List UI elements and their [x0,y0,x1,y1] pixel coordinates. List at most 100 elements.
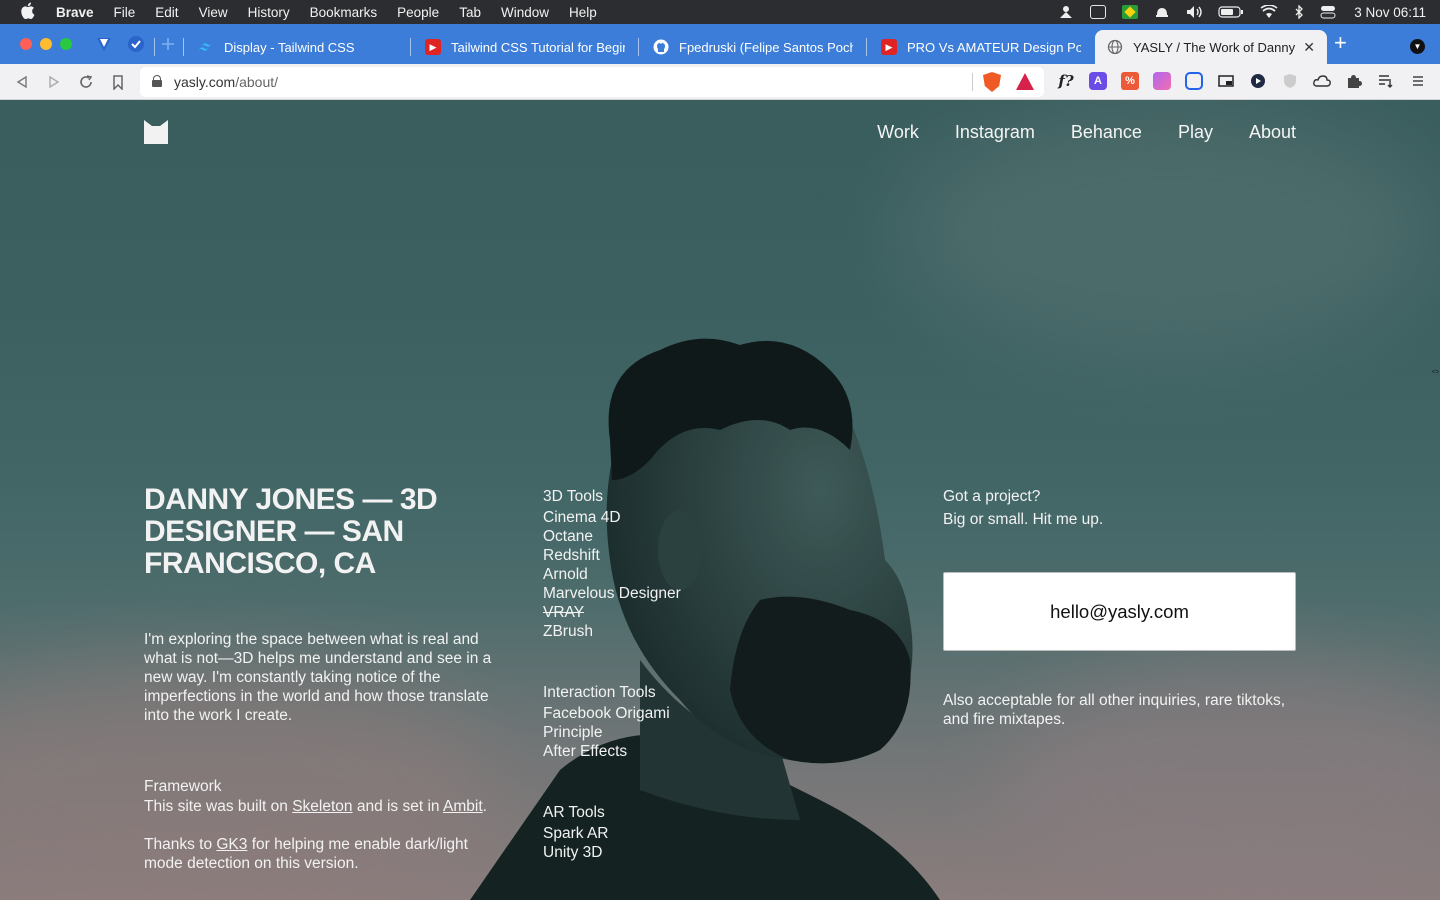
yasly-logo-icon[interactable] [144,120,168,144]
url-text[interactable]: yasly.com/about/ [174,74,278,90]
tab-tailwind-tutorial[interactable]: ▶ Tailwind CSS Tutorial for Beginner [413,30,637,64]
window-close-button[interactable] [20,38,32,50]
battery-icon[interactable] [1218,5,1244,19]
percent-extension-icon[interactable]: % [1121,72,1139,90]
brave-shields-icon[interactable] [983,72,1001,92]
a-extension-icon[interactable]: A [1089,72,1107,90]
menu-history[interactable]: History [248,5,290,20]
menu-file[interactable]: File [114,5,136,20]
tool-item: Principle [543,724,603,741]
cta-question: Got a project? [943,488,1041,505]
tool-group-ar: AR Tools Spark AR Unity 3D [543,803,803,862]
bio-paragraph: I'm exploring the space between what is … [144,631,492,724]
menu-clock[interactable]: 3 Nov 06:11 [1354,5,1426,20]
tailwind-icon [198,39,214,55]
tab-github-fpedruski[interactable]: Fpedruski (Felipe Santos Poch) [641,30,865,64]
webpage-content: Work Instagram Behance Play About DANNY … [0,100,1440,900]
tool-item: Cinema 4D [543,509,621,526]
control-center-icon[interactable] [1320,5,1336,19]
brave-rewards-icon[interactable] [1016,73,1034,90]
framework-heading: Framework [144,778,222,795]
tool-item: Spark AR [543,825,609,842]
reload-button[interactable] [75,71,97,93]
tool-item: After Effects [543,743,628,760]
keyboard-status-icon[interactable] [1090,5,1107,19]
pinned-tab-check-icon[interactable] [125,33,147,55]
page-headline: DANNY JONES — 3D DESIGNER — SAN FRANCISC… [144,483,438,580]
youtube-icon: ▶ [425,39,441,55]
tool-group-heading: Interaction Tools [543,684,656,701]
browser-menu-icon[interactable] [1409,72,1427,90]
nav-work[interactable]: Work [877,122,919,143]
menu-edit[interactable]: Edit [155,5,178,20]
tab-yasly-active[interactable]: YASLY / The Work of Danny Jo ✕ [1095,30,1327,64]
volume-icon[interactable] [1186,5,1202,19]
cloud-extension-icon[interactable] [1313,72,1331,90]
menu-bookmarks[interactable]: Bookmarks [310,5,378,20]
tab-tailwind-display[interactable]: Display - Tailwind CSS [186,30,410,64]
menu-window[interactable]: Window [501,5,549,20]
tool-group-heading: AR Tools [543,804,605,821]
picture-in-picture-icon[interactable] [1217,72,1235,90]
tool-item: ZBrush [543,623,593,640]
email-button[interactable]: hello@yasly.com [943,572,1296,651]
gk3-link[interactable]: GK3 [216,836,247,853]
globe-icon [1107,39,1123,55]
nav-play[interactable]: Play [1178,122,1213,143]
skeleton-link[interactable]: Skeleton [292,798,352,815]
pinned-tab-arrows-icon[interactable] [157,33,179,55]
wifi-icon[interactable] [1260,4,1278,19]
menu-tab[interactable]: Tab [459,5,481,20]
tab-design-portfolio[interactable]: ▶ PRO Vs AMATEUR Design Portfolio [869,30,1093,64]
tool-group-heading: 3D Tools [543,488,604,505]
tab-search-icon[interactable]: ▼ [1410,39,1425,54]
square-extension-icon[interactable] [1185,72,1203,90]
lock-icon[interactable] [152,75,162,87]
brazil-flag-icon[interactable] [1122,5,1139,19]
bookmark-button[interactable] [107,71,129,93]
notification-status-icon[interactable] [1154,5,1170,19]
tools-column: 3D Tools Cinema 4D Octane Redshift Arnol… [543,487,803,900]
macos-menu-bar: Brave File Edit View History Bookmarks P… [0,0,1440,24]
cta-subtext: Big or small. Hit me up. [943,511,1104,528]
play-extension-icon[interactable] [1249,72,1267,90]
other-inquiries-text: Also acceptable for all other inquiries,… [943,692,1286,728]
ambit-link[interactable]: Ambit [443,798,483,815]
tool-item: Octane [543,528,593,545]
github-icon [653,39,669,55]
about-intro-column: DANNY JONES — 3D DESIGNER — SAN FRANCISC… [144,484,504,873]
tool-item: Facebook Origami [543,705,670,722]
forward-button[interactable] [43,71,65,93]
nav-instagram[interactable]: Instagram [955,122,1035,143]
fonts-ninja-extension-icon[interactable]: f? [1057,72,1075,90]
tool-item: Redshift [543,547,600,564]
thanks-text: Thanks to GK3 for helping me enable dark… [144,836,468,872]
framework-text: This site was built on Skeleton and is s… [144,798,487,815]
browser-tab-strip: Display - Tailwind CSS ▶ Tailwind CSS Tu… [0,24,1440,64]
reading-list-icon[interactable] [1377,72,1395,90]
site-nav: Work Instagram Behance Play About [841,122,1296,143]
tool-group-interaction: Interaction Tools Facebook Origami Princ… [543,683,803,761]
address-bar[interactable]: yasly.com/about/ [140,67,1044,97]
extensions-puzzle-icon[interactable] [1345,72,1363,90]
back-button[interactable] [11,71,33,93]
new-tab-button[interactable]: + [1334,32,1347,54]
menu-people[interactable]: People [397,5,439,20]
tool-item: Arnold [543,566,588,583]
window-minimize-button[interactable] [40,38,52,50]
window-zoom-button[interactable] [60,38,72,50]
bluetooth-icon[interactable] [1294,4,1304,20]
nav-behance[interactable]: Behance [1071,122,1142,143]
menu-app-name[interactable]: Brave [56,5,94,20]
tool-group-3d: 3D Tools Cinema 4D Octane Redshift Arnol… [543,487,803,641]
puppet-status-icon[interactable] [1058,5,1074,19]
menu-help[interactable]: Help [569,5,597,20]
close-tab-icon[interactable]: ✕ [1303,39,1315,56]
shield-extension-icon[interactable] [1281,72,1299,90]
pinned-tab-send-icon[interactable] [93,33,115,55]
menu-view[interactable]: View [199,5,228,20]
gradient-extension-icon[interactable] [1153,72,1171,90]
apple-logo-icon[interactable] [20,2,36,23]
tool-item: Unity 3D [543,844,603,861]
nav-about[interactable]: About [1249,122,1296,143]
